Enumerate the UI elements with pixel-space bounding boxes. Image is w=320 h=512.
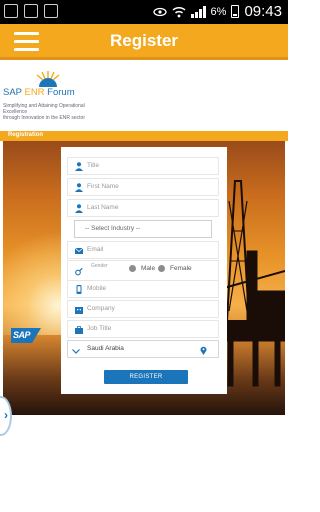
forum-logo: SAP ENR Forum Simplifying and Attaining … — [3, 70, 133, 128]
first-name-field[interactable]: First Name — [67, 178, 219, 196]
clock: 09:43 — [244, 3, 282, 20]
location-pin-icon[interactable] — [200, 346, 207, 355]
eye-icon — [152, 7, 167, 16]
industry-select[interactable]: -- Select Industry -- — [74, 220, 212, 238]
gender-label: Gender — [91, 263, 108, 269]
signal-icon — [190, 5, 206, 18]
status-bar: 6% 09:43 — [0, 0, 288, 24]
mobile-field[interactable]: Mobile — [67, 280, 219, 298]
gender-icon — [75, 267, 83, 276]
registration-section-header: Registration — [0, 131, 288, 141]
wifi-icon — [172, 6, 186, 17]
male-label: Male — [141, 265, 156, 272]
company-field[interactable]: Company — [67, 300, 219, 318]
person-icon — [75, 183, 83, 192]
image-icon — [24, 4, 38, 18]
last-name-field[interactable]: Last Name — [67, 199, 219, 217]
title-field[interactable]: Title — [67, 157, 219, 175]
register-button[interactable]: REGISTER — [104, 370, 188, 384]
chevron-down-icon — [72, 349, 80, 354]
country-field[interactable]: Saudi Arabia — [67, 340, 219, 358]
store-icon — [44, 4, 58, 18]
male-radio[interactable] — [129, 265, 136, 272]
battery-percent: 6% — [210, 5, 227, 18]
brand-name: SAP ENR Forum — [3, 87, 75, 98]
sunrise-logo-icon — [36, 71, 60, 87]
job-title-field[interactable]: Job Title — [67, 320, 219, 338]
section-label: Registration — [8, 132, 44, 138]
registration-form: Title First Name Last Name -- Select Ind… — [61, 147, 227, 394]
app-header: Register — [0, 24, 288, 60]
company-icon — [75, 307, 83, 314]
phone-icon — [76, 285, 82, 294]
female-radio[interactable] — [158, 265, 165, 272]
bbm-icon — [4, 4, 18, 18]
brand-tagline: Simplifying and Attaining Operational Ex… — [3, 103, 85, 121]
envelope-icon — [75, 247, 83, 254]
page-title: Register — [109, 31, 179, 50]
battery-icon — [231, 5, 240, 18]
female-label: Female — [170, 265, 192, 272]
person-icon — [75, 204, 83, 213]
briefcase-icon — [75, 326, 83, 334]
person-icon — [75, 162, 83, 171]
email-field[interactable]: Email — [67, 241, 219, 259]
chevron-right-icon: › — [4, 408, 8, 422]
